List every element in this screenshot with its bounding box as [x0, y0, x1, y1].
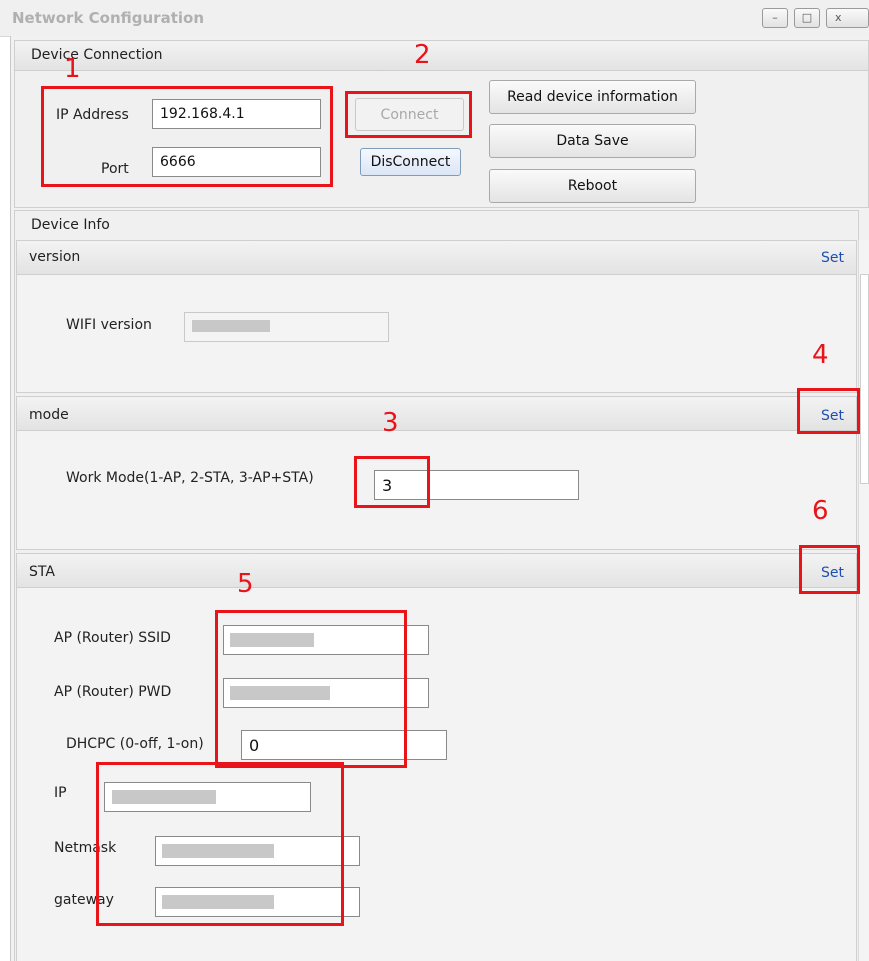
dhcp-label: DHCPC (0-off, 1-on): [66, 736, 204, 752]
port-input[interactable]: [152, 147, 321, 177]
maximize-button[interactable]: □: [794, 8, 820, 28]
reboot-button[interactable]: Reboot: [489, 169, 696, 203]
data-save-button[interactable]: Data Save: [489, 124, 696, 158]
dhcp-input[interactable]: [241, 730, 447, 760]
version-set-link[interactable]: Set: [821, 250, 844, 266]
gateway-label: gateway: [54, 892, 114, 908]
work-mode-input[interactable]: [374, 470, 579, 500]
device-info-title: Device Info: [31, 217, 110, 233]
sta-title: STA: [29, 564, 55, 580]
redacted-block: [162, 844, 274, 858]
device-connection-header: Device Connection: [15, 41, 868, 71]
scrollbar-thumb[interactable]: [860, 274, 869, 484]
title-bar: Network Configuration – □ x: [0, 0, 869, 37]
disconnect-button[interactable]: DisConnect: [360, 148, 461, 176]
netmask-label: Netmask: [54, 840, 117, 856]
connect-button[interactable]: Connect: [355, 98, 464, 131]
sta-ip-label: IP: [54, 785, 67, 801]
wifi-version-label: WIFI version: [66, 317, 152, 333]
read-device-info-button[interactable]: Read device information: [489, 80, 696, 114]
close-button[interactable]: x: [826, 8, 869, 28]
mode-title: mode: [29, 407, 69, 423]
ip-address-input[interactable]: [152, 99, 321, 129]
ssid-label: AP (Router) SSID: [54, 630, 171, 646]
work-mode-label: Work Mode(1-AP, 2-STA, 3-AP+STA): [66, 470, 314, 486]
mode-header: mode Set: [17, 397, 856, 431]
sta-set-link[interactable]: Set: [821, 565, 844, 581]
port-label: Port: [101, 161, 129, 177]
redacted-block: [230, 686, 330, 700]
device-connection-title: Device Connection: [31, 47, 163, 63]
vertical-scrollbar[interactable]: [858, 240, 869, 961]
minimize-button[interactable]: –: [762, 8, 788, 28]
mode-set-link[interactable]: Set: [821, 408, 844, 424]
redacted-block: [192, 320, 270, 332]
ip-address-label: IP Address: [56, 107, 129, 123]
version-title: version: [29, 249, 81, 265]
redacted-block: [162, 895, 274, 909]
version-header: version Set: [17, 241, 856, 275]
redacted-block: [112, 790, 216, 804]
redacted-block: [230, 633, 314, 647]
sta-header: STA Set: [17, 554, 856, 588]
window-title: Network Configuration: [12, 9, 204, 27]
pwd-label: AP (Router) PWD: [54, 684, 172, 700]
